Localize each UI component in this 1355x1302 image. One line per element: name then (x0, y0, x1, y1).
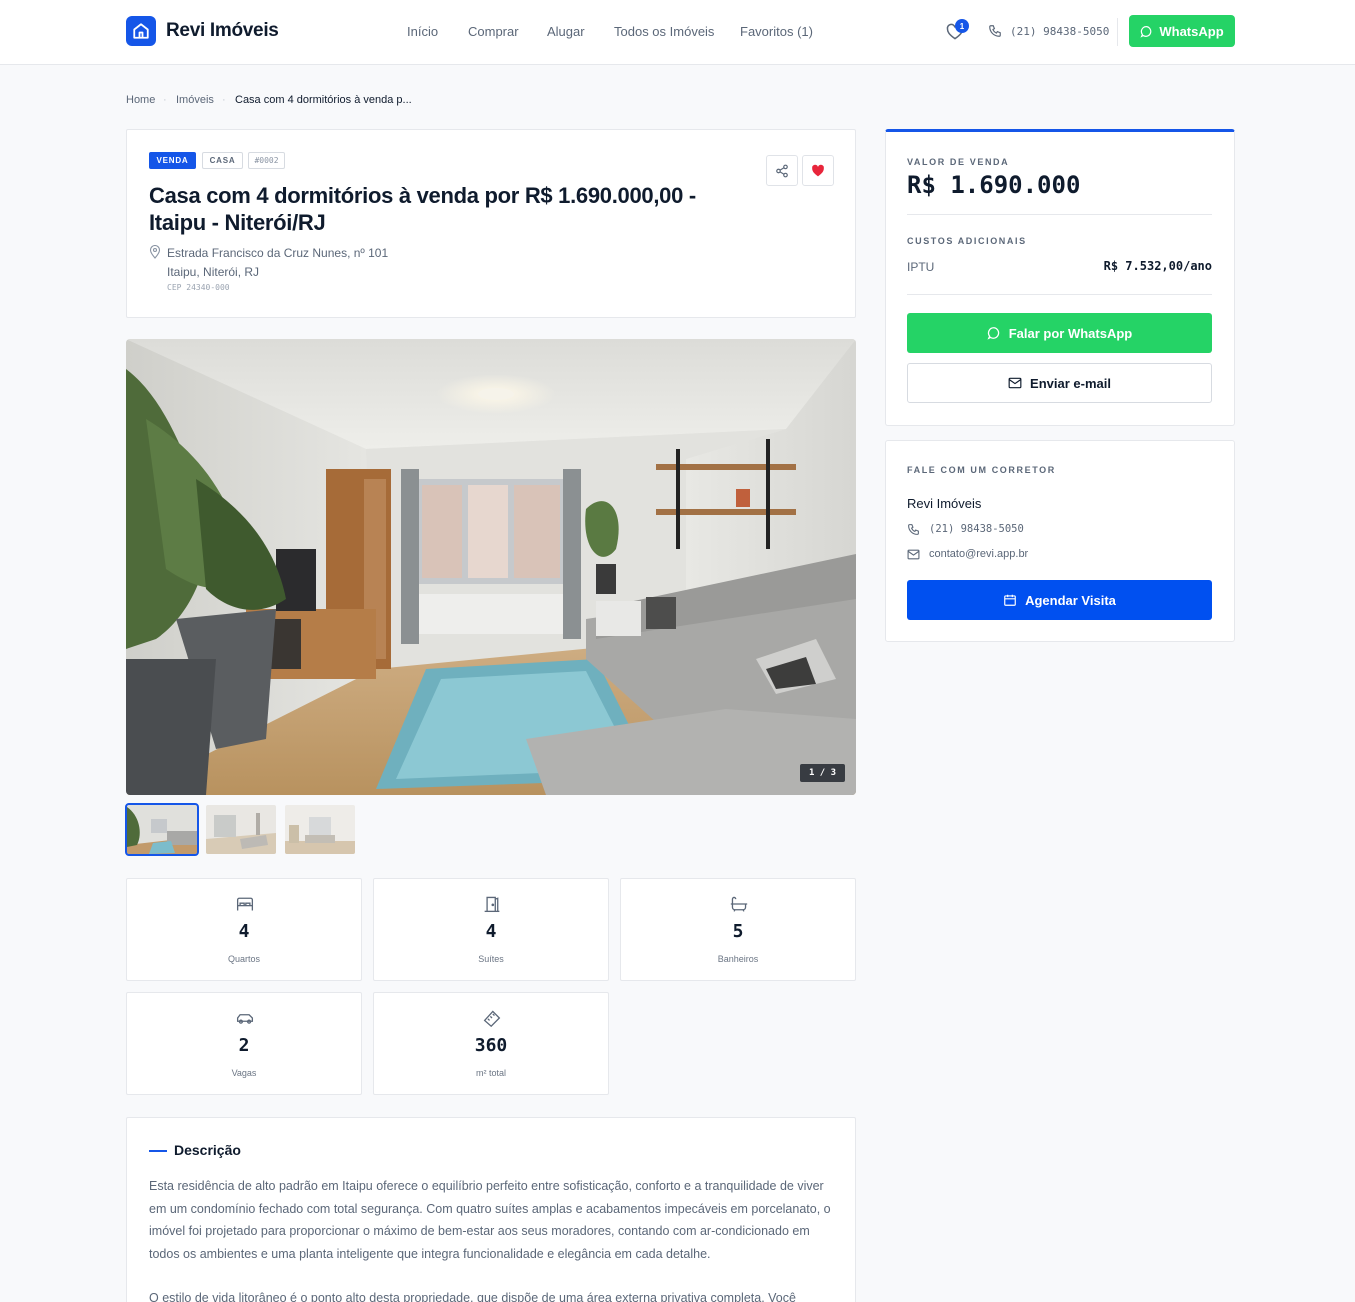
extra-costs-caption: CUSTOS ADICIONAIS (907, 236, 1027, 246)
agent-caption: FALE COM UM CORRETOR (907, 465, 1056, 475)
email-contact-button[interactable]: Enviar e-mail (907, 363, 1212, 403)
stat-card-quartos: 4 Quartos (126, 878, 362, 981)
schedule-visit-button[interactable]: Agendar Visita (907, 580, 1212, 620)
header-phone[interactable]: (21) 98438-5050 (1010, 25, 1109, 38)
stat-card-vagas: 2 Vagas (126, 992, 362, 1095)
share-button[interactable] (766, 155, 798, 186)
agent-phone[interactable]: (21) 98438-5050 (929, 523, 1024, 535)
car-icon (236, 1014, 254, 1024)
schedule-visit-label: Agendar Visita (1025, 592, 1116, 608)
stat-label: m² total (475, 1068, 506, 1078)
bed-icon (236, 897, 254, 911)
breadcrumb-home[interactable]: Home (126, 94, 155, 106)
breadcrumb-separator: · (163, 94, 167, 106)
nav-favoritos[interactable]: Favoritos (1) (740, 24, 813, 39)
stat-label: Vagas (231, 1068, 257, 1078)
divider (907, 294, 1212, 295)
email-contact-label: Enviar e-mail (1030, 375, 1111, 391)
listing-title: Casa com 4 dormitórios à venda por R$ 1.… (149, 183, 696, 235)
divider (907, 214, 1212, 215)
stat-value: 4 (485, 921, 497, 942)
top-header: Revi Imóveis Início Comprar Alugar Todos… (0, 0, 1355, 65)
description-paragraph-2: O estilo de vida litorâneo é o ponto alt… (149, 1291, 796, 1302)
door-icon (484, 896, 500, 913)
breadcrumb-separator: · (222, 94, 226, 106)
sale-price: R$ 1.690.000 (907, 171, 1081, 199)
section-accent-line (149, 1150, 167, 1152)
photo-thumbnail-1[interactable] (125, 803, 199, 856)
nav-todos-imoveis[interactable]: Todos os Imóveis (614, 24, 714, 39)
phone-icon (908, 524, 919, 535)
address-cep: CEP 24340-000 (167, 283, 230, 292)
stat-value: 2 (238, 1035, 250, 1056)
calendar-icon (1004, 594, 1016, 606)
stat-label: Suítes (478, 954, 504, 964)
stat-card-suites: 4 Suítes (373, 878, 609, 981)
header-whatsapp-button[interactable]: WhatsApp (1129, 15, 1235, 47)
ruler-icon (483, 1010, 501, 1027)
photo-counter: 1 / 3 (800, 764, 845, 782)
breadcrumb-imoveis[interactable]: Imóveis (176, 94, 214, 106)
phone-icon (989, 25, 1001, 37)
whatsapp-contact-button[interactable]: Falar por WhatsApp (907, 313, 1212, 353)
share-icon (776, 164, 788, 177)
stat-label: Banheiros (717, 954, 759, 964)
chat-bubble-icon (987, 327, 999, 340)
map-pin-icon (149, 245, 161, 259)
price-caption: VALOR DE VENDA (907, 157, 1010, 167)
nav-alugar[interactable]: Alugar (547, 24, 585, 39)
header-divider (1117, 18, 1118, 46)
address-city: Itaipu, Niterói, RJ (167, 265, 260, 279)
agent-email[interactable]: contato@revi.app.br (929, 548, 1028, 560)
stat-label: Quartos (227, 954, 260, 964)
agent-name: Revi Imóveis (907, 496, 982, 511)
chat-bubble-icon (1140, 25, 1152, 38)
property-type-badge: CASA (202, 152, 243, 169)
stat-value: 4 (238, 921, 250, 942)
nav-inicio[interactable]: Início (407, 24, 438, 39)
photo-thumbnail-3[interactable] (285, 805, 355, 854)
stat-value: 5 (732, 921, 744, 942)
deal-type-badge: VENDA (149, 152, 196, 169)
description-heading: Descrição (174, 1142, 241, 1158)
favorite-button[interactable] (802, 155, 834, 186)
address-street: Estrada Francisco da Cruz Nunes, nº 101 (167, 246, 389, 260)
iptu-value: R$ 7.532,00/ano (1103, 259, 1212, 273)
whatsapp-contact-label: Falar por WhatsApp (1008, 325, 1133, 341)
header-whatsapp-label: WhatsApp (1159, 23, 1224, 39)
iptu-label: IPTU (907, 260, 935, 274)
logo-house-icon[interactable] (126, 16, 156, 46)
mail-icon (1008, 377, 1022, 389)
photo-thumbnail-2[interactable] (206, 805, 276, 854)
breadcrumb-current: Casa com 4 dormitórios à venda p... (235, 94, 412, 106)
stat-value: 360 (474, 1035, 508, 1056)
listing-code-badge: #0002 (248, 152, 285, 169)
brand-name[interactable]: Revi Imóveis (166, 20, 279, 42)
heart-filled-icon (812, 164, 824, 177)
mail-icon (907, 549, 920, 560)
favorites-count-badge: 1 (955, 19, 969, 33)
main-photo[interactable] (126, 339, 856, 795)
stat-card-banheiros: 5 Banheiros (620, 878, 856, 981)
stat-card-area: 360 m² total (373, 992, 609, 1095)
nav-comprar[interactable]: Comprar (468, 24, 519, 39)
bathtub-icon (730, 896, 748, 912)
description-paragraph-1: Esta residência de alto padrão em Itaipu… (149, 1179, 831, 1262)
